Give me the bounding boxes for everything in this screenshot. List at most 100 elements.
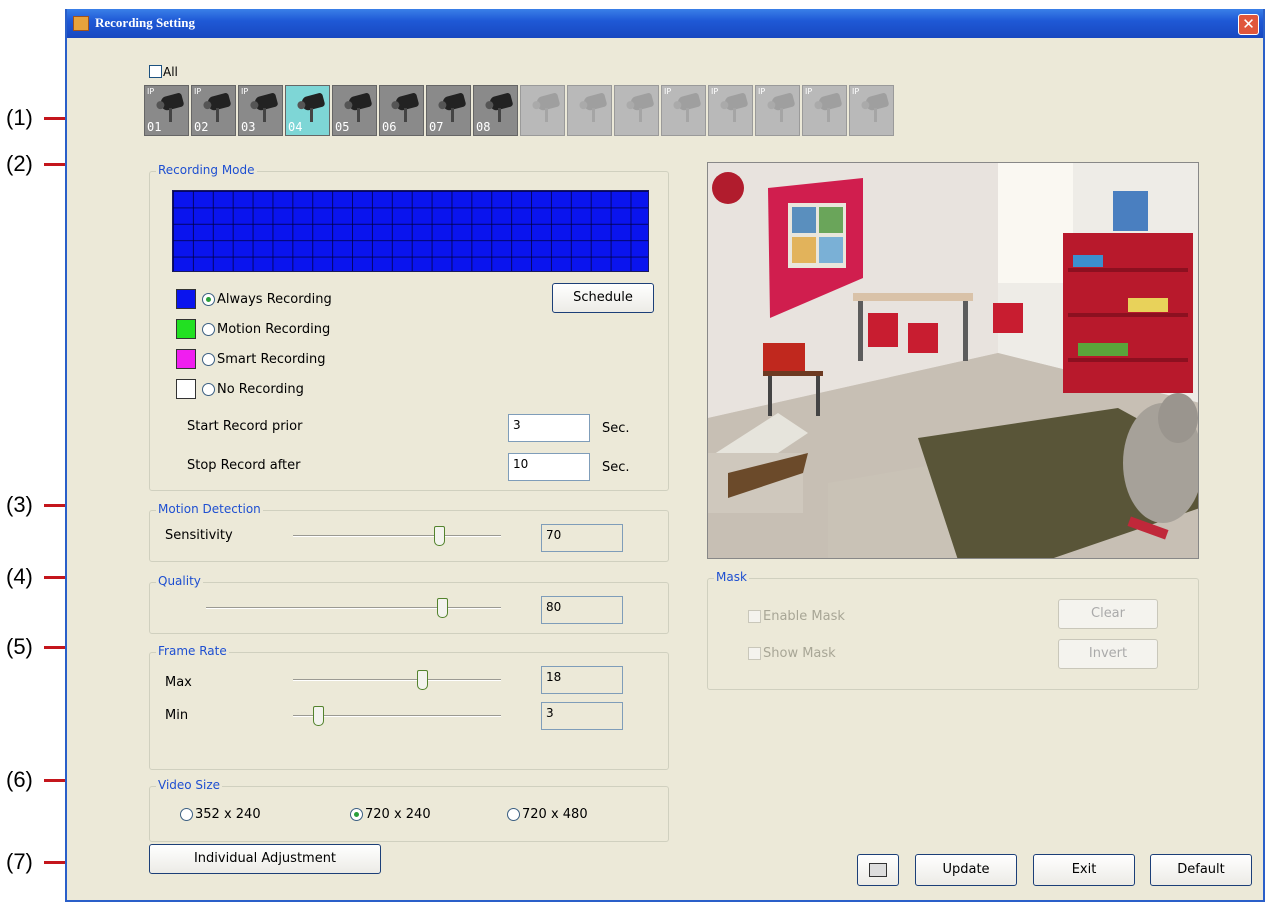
camera-16: IP	[849, 85, 894, 136]
camera-stand	[216, 108, 219, 122]
clear-button[interactable]: Clear	[1058, 599, 1158, 629]
slider-thumb[interactable]	[437, 598, 448, 618]
mode-smart[interactable]: Smart Recording	[176, 349, 325, 369]
mode-always[interactable]: Always Recording	[176, 289, 332, 309]
camera-14: IP	[755, 85, 800, 136]
camera-stand	[780, 108, 783, 122]
none-radio[interactable]	[202, 382, 215, 396]
slider-thumb[interactable]	[312, 706, 324, 726]
camera-2[interactable]: IP 02	[191, 85, 236, 136]
camera-icon	[394, 92, 420, 112]
motion-detection-group: Motion Detection Sensitivity 70	[149, 502, 669, 562]
camera-icon	[535, 92, 561, 112]
camera-5[interactable]: 05	[332, 85, 377, 136]
camera-stand	[874, 108, 877, 122]
ip-tag: IP	[664, 87, 672, 96]
close-icon[interactable]: ✕	[1238, 14, 1259, 35]
checkbox-icon[interactable]	[748, 647, 761, 660]
quality-slider[interactable]	[206, 598, 501, 618]
start-prior-label: Start Record prior	[187, 419, 303, 434]
camera-6[interactable]: 06	[379, 85, 424, 136]
recording-setting-window: Recording Setting ✕ All IP 01 IP 02 IP 03 04 05…	[65, 9, 1265, 902]
min-frame-rate-slider[interactable]	[293, 706, 501, 726]
slider-track	[293, 535, 501, 537]
camera-icon	[253, 92, 279, 112]
camera-icon	[676, 92, 702, 112]
title-bar[interactable]: Recording Setting ✕	[67, 9, 1263, 38]
invert-button[interactable]: Invert	[1058, 639, 1158, 669]
default-button[interactable]: Default	[1150, 854, 1252, 886]
show-mask-checkbox[interactable]: Show Mask	[748, 646, 836, 666]
mask-group: Mask Enable Mask Show Mask Clear Invert	[707, 570, 1199, 690]
mode-motion[interactable]: Motion Recording	[176, 319, 330, 339]
slider-track	[293, 679, 501, 681]
video-size-radio[interactable]	[180, 808, 193, 821]
camera-number: 04	[288, 120, 303, 134]
camera-icon	[817, 92, 843, 112]
always-radio[interactable]	[202, 292, 215, 306]
video-size-radio[interactable]	[507, 808, 520, 821]
camera-icon	[864, 92, 890, 112]
window-title: Recording Setting	[95, 15, 196, 30]
quality-value: 80	[541, 596, 623, 624]
all-label: All	[163, 64, 178, 79]
sensitivity-slider[interactable]	[293, 526, 501, 546]
video-size-720x480[interactable]: 720 x 480	[507, 807, 588, 827]
video-size-label: 352 x 240	[195, 807, 261, 822]
camera-stand	[733, 108, 736, 122]
checkbox-icon[interactable]	[748, 610, 761, 623]
camera-1[interactable]: IP 01	[144, 85, 189, 136]
camera-13: IP	[708, 85, 753, 136]
video-size-352x240[interactable]: 352 x 240	[180, 807, 261, 827]
slider-thumb[interactable]	[416, 670, 428, 690]
stop-after-input[interactable]: 10	[508, 453, 590, 481]
frame-rate-group: Frame Rate Max 18 Min 3	[149, 644, 669, 770]
schedule-grid[interactable]	[172, 190, 649, 272]
camera-8[interactable]: 08	[473, 85, 518, 136]
max-frame-rate-slider[interactable]	[293, 670, 501, 690]
all-cameras-checkbox[interactable]: All	[149, 64, 178, 79]
camera-strip: IP 01 IP 02 IP 03 04 05 06 07 08 IP IP IP IP IP	[144, 85, 896, 136]
camera-stand	[263, 108, 266, 122]
mode-none[interactable]: No Recording	[176, 379, 304, 399]
slider-track	[293, 715, 501, 717]
checkbox-icon[interactable]	[149, 65, 162, 78]
callout-number: (6)	[6, 767, 33, 792]
camera-number: 08	[476, 120, 491, 134]
ip-tag: IP	[194, 87, 202, 96]
mask-legend: Mask	[714, 570, 749, 584]
camera-4[interactable]: 04	[285, 85, 330, 136]
camera-stand	[639, 108, 642, 122]
camera-7[interactable]: 07	[426, 85, 471, 136]
slider-thumb[interactable]	[433, 526, 445, 546]
camera-icon	[723, 92, 749, 112]
enable-mask-checkbox[interactable]: Enable Mask	[748, 609, 845, 629]
max-frame-rate-value: 18	[541, 666, 623, 694]
ip-tag: IP	[711, 87, 719, 96]
show-mask-label: Show Mask	[763, 646, 836, 661]
motion-radio[interactable]	[202, 322, 215, 336]
schedule-button[interactable]: Schedule	[552, 283, 654, 313]
camera-icon	[300, 92, 326, 112]
video-size-group: Video Size 352 x 240 720 x 240 720 x 480	[149, 778, 669, 842]
stop-after-label: Stop Record after	[187, 458, 301, 473]
camera-number: 06	[382, 120, 397, 134]
camera-icon	[488, 92, 514, 112]
update-button[interactable]: Update	[915, 854, 1017, 886]
camera-3[interactable]: IP 03	[238, 85, 283, 136]
camera-icon	[629, 92, 655, 112]
none-color-swatch	[176, 379, 196, 399]
start-prior-input[interactable]: 3	[508, 414, 590, 442]
camera-stand	[827, 108, 830, 122]
camera-number: 03	[241, 120, 256, 134]
callout-number: (2)	[6, 151, 33, 176]
video-size-radio[interactable]	[350, 808, 363, 821]
video-size-label: 720 x 480	[522, 807, 588, 822]
keyboard-button[interactable]	[857, 854, 899, 886]
quality-group: Quality 80	[149, 574, 669, 634]
video-size-720x240[interactable]: 720 x 240	[350, 807, 431, 827]
ip-tag: IP	[147, 87, 155, 96]
individual-adjustment-button[interactable]: Individual Adjustment	[149, 844, 381, 874]
exit-button[interactable]: Exit	[1033, 854, 1135, 886]
smart-radio[interactable]	[202, 352, 215, 366]
